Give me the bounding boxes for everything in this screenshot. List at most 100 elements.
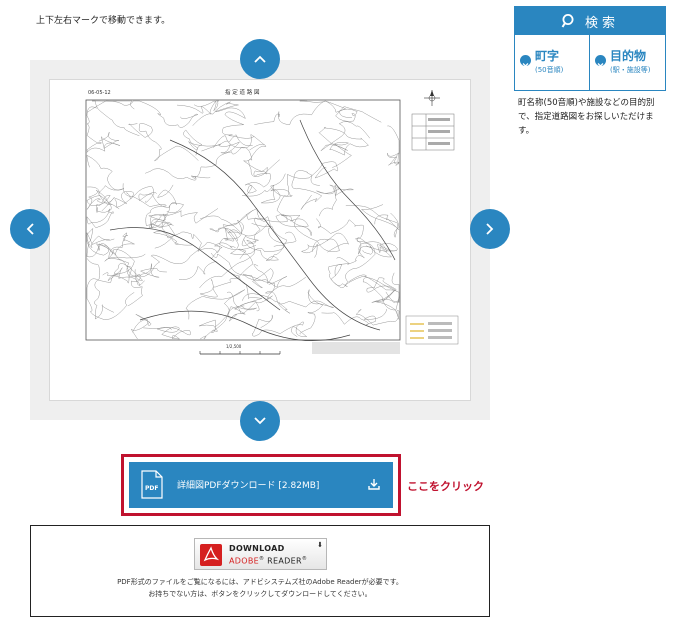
contour-line (318, 121, 370, 151)
map-title: 指 定 道 路 図 (225, 88, 260, 96)
contour-line (150, 208, 219, 249)
search-icon (561, 14, 574, 28)
map-sheet[interactable]: 06-05-12 指 定 道 路 図 1/2,500 (49, 79, 471, 401)
map-drawing: 06-05-12 指 定 道 路 図 1/2,500 (85, 88, 459, 355)
contour-line (86, 154, 125, 194)
contour-line (108, 232, 144, 281)
contour-line (316, 218, 388, 255)
pan-down-button[interactable] (240, 401, 280, 441)
contour-line (252, 314, 308, 337)
contour-line (192, 101, 255, 139)
reader-adobe-word: ADOBE (229, 556, 259, 566)
search-by-landmark-button[interactable]: 目的物 (駅・施設等) (590, 35, 665, 90)
search-landmark-sub: (駅・施設等) (610, 66, 651, 74)
map-contours (86, 100, 400, 340)
svg-text:1/2,500: 1/2,500 (226, 344, 242, 349)
search-description: 町名称(50音順)や施設などの目的別で、指定道路図をお探しいただけます。 (518, 98, 655, 136)
contour-line (335, 106, 382, 123)
contour-line (102, 263, 167, 284)
click-here-note: ここをクリック (407, 480, 484, 493)
contour-line (199, 216, 297, 289)
map-roads (109, 119, 396, 341)
contour-line (240, 134, 280, 177)
pan-up-button[interactable] (240, 39, 280, 79)
contour-line (91, 100, 140, 137)
search-town-title: 町字 (535, 49, 560, 63)
adobe-reader-info-box: DOWNLOAD ADOBE® READER® ⬇ PDF形式のファイルをご覧に… (30, 525, 490, 617)
contour-line (242, 273, 291, 314)
chevron-down-icon (520, 55, 531, 67)
chevron-down-icon (595, 55, 606, 67)
contour-line (86, 258, 114, 320)
reader-download-text: DOWNLOAD (229, 544, 285, 553)
contour-line (122, 183, 167, 226)
contour-line (152, 230, 236, 254)
contour-line (242, 173, 294, 204)
contour-line (209, 208, 265, 241)
contour-line (243, 223, 288, 261)
adobe-pdf-logo-icon (200, 544, 222, 566)
map-legend-table (411, 113, 455, 151)
search-header[interactable]: 検索 (515, 7, 665, 35)
pdf-download-button[interactable]: PDF 詳細図PDFダウンロード [2.82MB] (129, 462, 393, 508)
contour-line (218, 134, 253, 154)
road-line (139, 310, 351, 341)
map-scale-bar: 1/2,500 (199, 344, 281, 355)
search-header-label: 検索 (584, 15, 619, 31)
contour-line (254, 100, 347, 125)
search-panel: 検索 町字 (50音順) 目的物 (駅・施設等) (514, 6, 666, 91)
contour-line (148, 184, 177, 221)
pan-right-button[interactable] (470, 209, 510, 249)
pan-left-button[interactable] (10, 209, 50, 249)
north-arrow-icon (424, 90, 440, 106)
adobe-reader-download-button[interactable]: DOWNLOAD ADOBE® READER® ⬇ (194, 538, 327, 570)
contour-line (321, 309, 388, 326)
contour-line (114, 185, 155, 208)
reader-brand-text: ADOBE® READER® (229, 556, 308, 566)
contour-line (345, 205, 400, 238)
search-town-sub: (50音順) (535, 66, 564, 74)
contour-line (138, 192, 184, 213)
contour-line (148, 215, 179, 245)
chevron-up-icon (254, 55, 266, 63)
contour-line (210, 252, 274, 289)
chevron-right-icon (486, 223, 494, 235)
instruction-text: 上下左右マークで移動できます。 (36, 16, 171, 26)
download-arrow-icon: ⬇ (317, 541, 323, 549)
reader-requirement-text: PDF形式のファイルをご覧になるには、アドビシステムズ社のAdobe Reade… (117, 578, 403, 586)
contour-line (330, 264, 367, 287)
contour-line (228, 224, 268, 247)
chevron-down-icon (254, 417, 266, 425)
contour-line (276, 161, 339, 221)
contour-line (300, 232, 349, 258)
contour-line (316, 184, 355, 217)
contour-line (243, 143, 271, 197)
contour-line (183, 129, 222, 156)
pdf-file-icon: PDF (141, 470, 163, 499)
contour-line (291, 170, 323, 210)
contour-line (319, 126, 369, 168)
svg-text:PDF: PDF (145, 485, 158, 492)
contour-line (86, 189, 115, 212)
map-sheet-id: 06-05-12 (88, 90, 111, 96)
reader-reader-word: READER (267, 556, 302, 566)
contour-line (86, 227, 115, 258)
download-icon (368, 479, 380, 490)
map-legend-lines (405, 315, 459, 345)
contour-line (360, 204, 400, 231)
reader-instruction-text: お持ちでない方は、ボタンをクリックしてダウンロードしてください。 (148, 590, 372, 598)
map-footnote (312, 342, 400, 354)
contour-line (178, 261, 263, 311)
contour-line (128, 123, 199, 162)
chevron-left-icon (26, 223, 34, 235)
contour-line (143, 326, 191, 340)
contour-line (176, 100, 220, 115)
contour-line (131, 314, 152, 340)
contour-line (86, 186, 120, 229)
contour-line (386, 125, 400, 167)
search-landmark-title: 目的物 (610, 49, 647, 63)
contour-line (198, 305, 246, 340)
search-by-town-button[interactable]: 町字 (50音順) (515, 35, 590, 90)
contour-line (191, 135, 242, 178)
contour-line (364, 276, 397, 303)
